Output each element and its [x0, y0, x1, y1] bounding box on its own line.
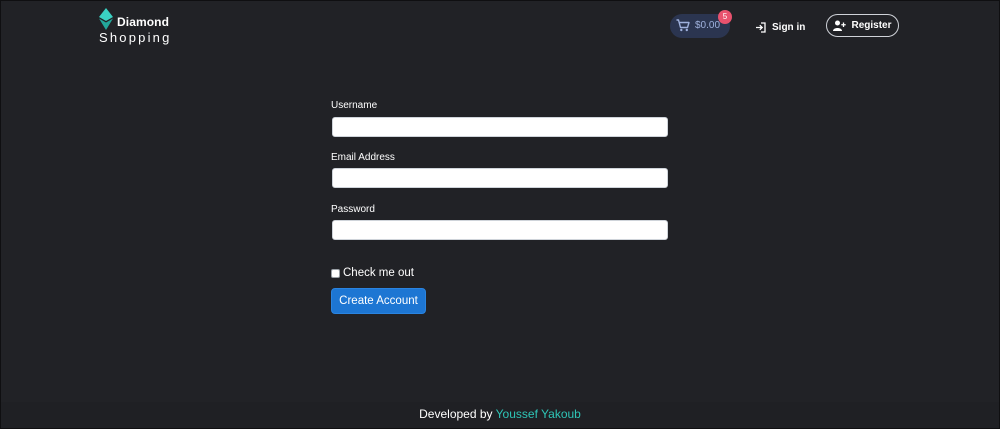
remember-checkbox-row[interactable]: Check me out: [331, 267, 414, 279]
cart-count-badge: 5: [718, 10, 732, 24]
cart-total: $0.00: [695, 20, 721, 31]
page-frame: [0, 0, 1000, 429]
password-input[interactable]: [332, 220, 668, 240]
sign-in-link[interactable]: Sign in: [755, 18, 805, 36]
brand-name-line2: Shopping: [99, 30, 172, 45]
footer-prefix: Developed by: [419, 407, 493, 421]
create-account-button[interactable]: Create Account: [331, 288, 426, 314]
top-navbar: Diamond Shopping $0.00 5 Sign in Registe…: [0, 0, 1000, 52]
email-label: Email Address: [331, 152, 395, 163]
cart-icon: [676, 19, 690, 32]
check-me-out-label: Check me out: [343, 267, 414, 279]
password-label: Password: [331, 204, 375, 215]
username-input[interactable]: [332, 117, 668, 137]
username-label: Username: [331, 100, 378, 111]
email-input[interactable]: [332, 168, 668, 188]
sign-in-icon: [756, 21, 766, 33]
user-plus-icon: [833, 20, 847, 31]
check-me-out-checkbox[interactable]: [331, 268, 340, 278]
diamond-icon: [99, 8, 113, 30]
register-label: Register: [851, 20, 892, 31]
author-link[interactable]: Youssef Yakoub: [496, 407, 581, 421]
sign-in-label: Sign in: [772, 21, 806, 33]
footer: Developed by Youssef Yakoub: [0, 402, 1000, 429]
register-button[interactable]: Register: [826, 14, 899, 37]
brand-logo[interactable]: Diamond Shopping: [99, 7, 174, 47]
brand-name-line1: Diamond: [117, 15, 170, 29]
